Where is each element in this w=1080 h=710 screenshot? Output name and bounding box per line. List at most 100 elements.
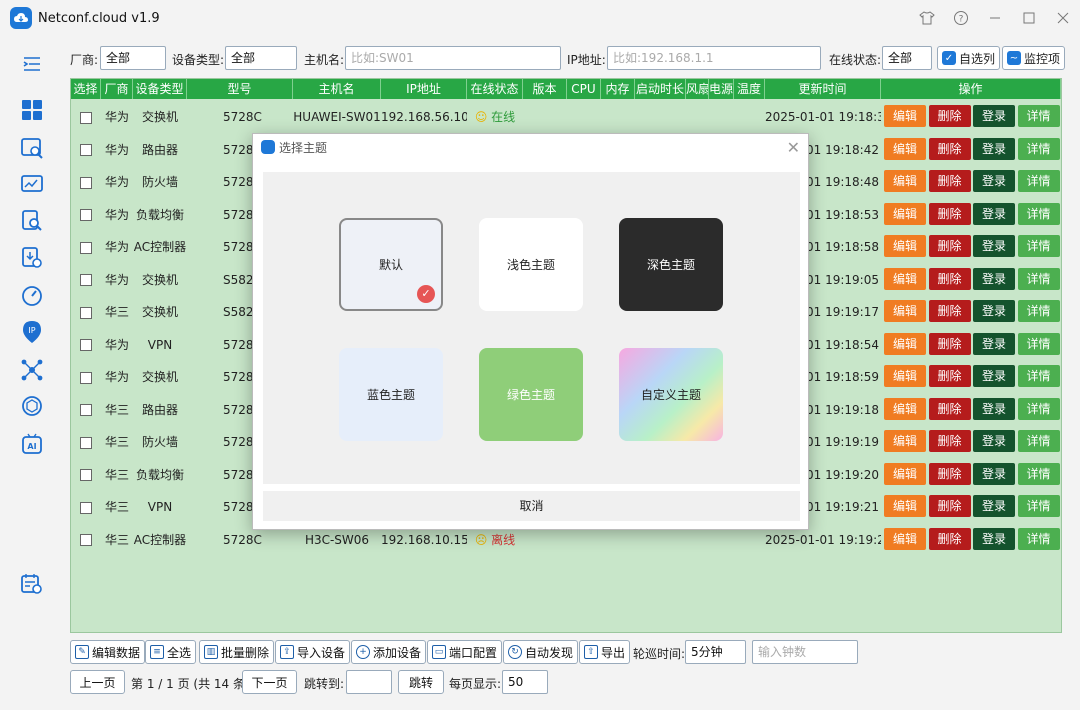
login-button[interactable]: 登录 <box>973 462 1015 485</box>
login-button[interactable]: 登录 <box>973 235 1015 257</box>
export-button[interactable]: ⇧ 导出 <box>579 640 631 664</box>
column-header[interactable]: 厂商 <box>101 79 133 99</box>
column-header[interactable]: 电源 <box>709 79 734 99</box>
row-checkbox-cell[interactable] <box>71 231 101 263</box>
delete-button[interactable]: 删除 <box>928 332 971 355</box>
row-checkbox[interactable] <box>80 209 92 221</box>
detail-button[interactable]: 详情 <box>1017 365 1060 387</box>
row-checkbox[interactable] <box>80 306 92 319</box>
edit-button[interactable]: 编辑 <box>884 527 926 550</box>
delete-button[interactable]: 删除 <box>928 300 971 322</box>
edit-button[interactable]: 编辑 <box>884 332 926 355</box>
login-button[interactable]: 登录 <box>973 332 1015 355</box>
theme-option[interactable]: 深色主题 <box>619 218 723 311</box>
row-checkbox-cell[interactable] <box>71 459 101 491</box>
row-checkbox-cell[interactable] <box>71 491 101 523</box>
monitor-icon[interactable] <box>20 172 44 196</box>
row-checkbox[interactable] <box>80 339 92 351</box>
delete-button[interactable]: 删除 <box>928 397 971 420</box>
theme-option[interactable]: 默认 ✓ <box>339 218 443 311</box>
type-select[interactable]: 全部 <box>225 46 297 70</box>
row-checkbox-cell[interactable] <box>71 199 101 231</box>
delete-button[interactable]: 删除 <box>928 365 971 387</box>
delete-button[interactable]: 删除 <box>928 235 971 257</box>
row-checkbox-cell[interactable] <box>71 524 101 556</box>
online-select[interactable]: 全部 <box>882 46 932 70</box>
search-report-icon[interactable] <box>20 209 44 233</box>
vendor-select[interactable]: 全部 <box>100 46 166 70</box>
row-checkbox[interactable] <box>80 274 92 286</box>
login-button[interactable]: 登录 <box>973 527 1015 550</box>
row-checkbox-cell[interactable] <box>71 101 101 133</box>
batch-delete-button[interactable]: ▥ 批量删除 <box>199 640 275 664</box>
ip-location-icon[interactable]: IP <box>20 320 44 344</box>
jump-button[interactable]: 跳转 <box>398 670 444 694</box>
detail-button[interactable]: 详情 <box>1017 527 1060 550</box>
monitor-items-button[interactable]: ~ 监控项 <box>1002 46 1066 70</box>
next-page-button[interactable]: 下一页 <box>242 670 297 694</box>
edit-button[interactable]: 编辑 <box>884 300 926 322</box>
column-header[interactable]: 版本 <box>523 79 567 99</box>
custom-columns-button[interactable]: ✓ 自选列 <box>937 46 1001 70</box>
row-checkbox-cell[interactable] <box>71 134 101 166</box>
cube-icon[interactable] <box>20 394 44 418</box>
delete-button[interactable]: 删除 <box>928 527 971 550</box>
edit-button[interactable]: 编辑 <box>884 105 926 127</box>
per-page-select[interactable]: 50 <box>502 670 548 694</box>
maximize-icon[interactable] <box>1012 0 1046 36</box>
detail-button[interactable]: 详情 <box>1017 235 1060 257</box>
delete-button[interactable]: 删除 <box>928 495 971 517</box>
column-header[interactable]: 温度 <box>734 79 765 99</box>
column-header[interactable]: CPU <box>567 79 601 99</box>
edit-button[interactable]: 编辑 <box>884 137 926 160</box>
login-button[interactable]: 登录 <box>973 365 1015 387</box>
row-checkbox[interactable] <box>80 534 92 546</box>
detail-button[interactable]: 详情 <box>1017 495 1060 517</box>
row-checkbox-cell[interactable] <box>71 426 101 458</box>
shirt-icon[interactable] <box>910 0 944 36</box>
jump-input[interactable] <box>346 670 392 694</box>
dashboard-icon[interactable] <box>20 98 44 122</box>
row-checkbox[interactable] <box>80 144 92 156</box>
add-device-button[interactable]: + 添加设备 <box>351 640 427 664</box>
detail-button[interactable]: 详情 <box>1017 397 1060 420</box>
gauge-icon[interactable] <box>20 284 44 308</box>
prev-page-button[interactable]: 上一页 <box>70 670 125 694</box>
row-checkbox-cell[interactable] <box>71 264 101 296</box>
help-icon[interactable]: ? <box>944 0 978 36</box>
detail-button[interactable]: 详情 <box>1017 137 1060 160</box>
column-header[interactable]: 选择 <box>71 79 101 99</box>
edit-button[interactable]: 编辑 <box>884 365 926 387</box>
detail-button[interactable]: 详情 <box>1017 267 1060 290</box>
column-header[interactable]: 主机名 <box>293 79 381 99</box>
detail-button[interactable]: 详情 <box>1017 202 1060 225</box>
import-button[interactable]: ⇪ 导入设备 <box>275 640 351 664</box>
edit-button[interactable]: 编辑 <box>884 430 926 452</box>
port-config-button[interactable]: ▭ 端口配置 <box>427 640 503 664</box>
ai-icon[interactable]: AI <box>20 432 44 456</box>
delete-button[interactable]: 删除 <box>928 462 971 485</box>
row-checkbox[interactable] <box>80 111 92 124</box>
delete-button[interactable]: 删除 <box>928 202 971 225</box>
poll-select[interactable]: 5分钟 <box>685 640 746 664</box>
column-header[interactable]: 型号 <box>187 79 293 99</box>
row-checkbox-cell[interactable] <box>71 166 101 198</box>
edit-button[interactable]: 编辑 <box>884 235 926 257</box>
login-button[interactable]: 登录 <box>973 170 1015 192</box>
delete-button[interactable]: 删除 <box>928 430 971 452</box>
login-button[interactable]: 登录 <box>973 267 1015 290</box>
detail-button[interactable]: 详情 <box>1017 105 1060 127</box>
theme-option[interactable]: 绿色主题 <box>479 348 583 441</box>
edit-button[interactable]: 编辑 <box>884 462 926 485</box>
cancel-button[interactable]: 取消 <box>263 491 800 521</box>
select-all-button[interactable]: ≡ 全选 <box>145 640 197 664</box>
edit-button[interactable]: 编辑 <box>884 202 926 225</box>
login-button[interactable]: 登录 <box>973 300 1015 322</box>
close-icon[interactable] <box>1046 0 1080 36</box>
row-checkbox-cell[interactable] <box>71 361 101 393</box>
row-checkbox[interactable] <box>80 241 92 254</box>
row-checkbox[interactable] <box>80 404 92 416</box>
theme-option[interactable]: 蓝色主题 <box>339 348 443 441</box>
row-checkbox-cell[interactable] <box>71 394 101 426</box>
theme-option[interactable]: 自定义主题 <box>619 348 723 441</box>
